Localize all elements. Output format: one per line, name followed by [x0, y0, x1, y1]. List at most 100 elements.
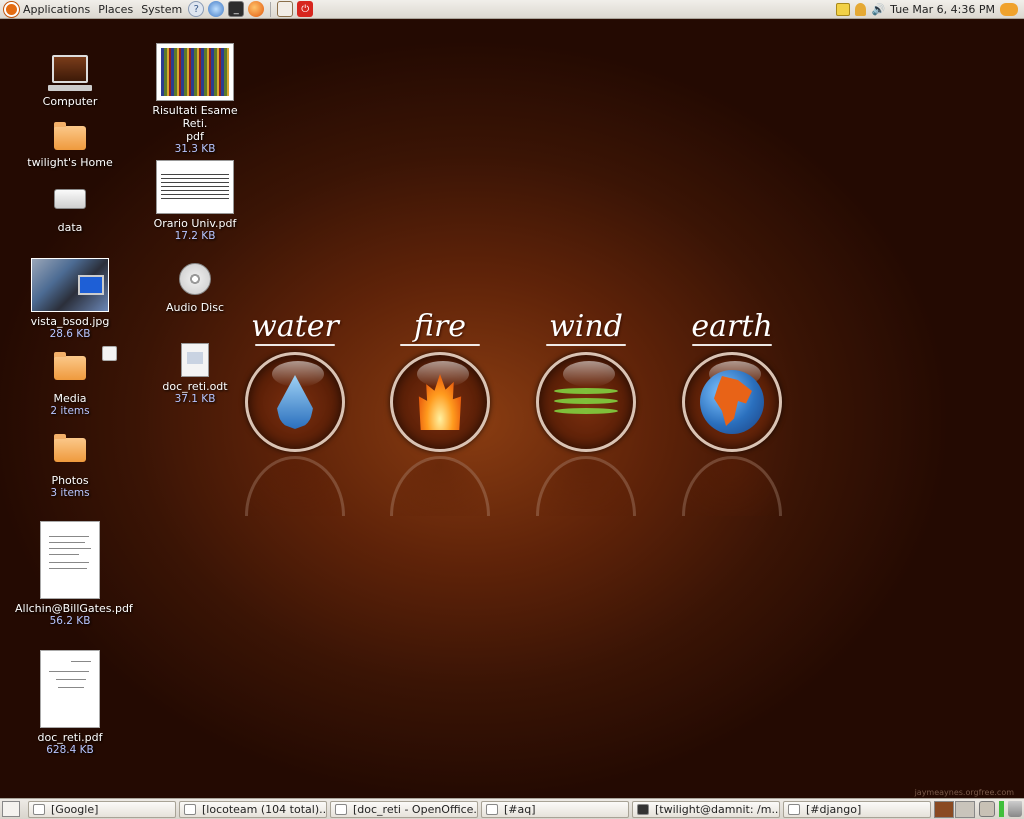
applications-menu[interactable]: Applications — [0, 0, 94, 19]
network-icon[interactable] — [1000, 2, 1018, 16]
computer-icon — [48, 55, 92, 91]
terminal-window-icon — [637, 803, 649, 815]
vista-bsod-file[interactable]: vista_bsod.jpg 28.6 KB — [15, 258, 125, 341]
presentation-icon[interactable] — [277, 1, 294, 17]
places-menu-label: Places — [98, 2, 134, 16]
taskbar-item-django[interactable]: [#django] — [783, 800, 931, 818]
ubuntu-logo-icon — [4, 1, 19, 17]
cd-icon — [179, 263, 211, 295]
earth-word: earth — [691, 309, 773, 344]
allchin-label: Allchin@BillGates.pdf — [15, 602, 133, 615]
firefox-icon[interactable] — [248, 1, 265, 17]
photos-count: 3 items — [50, 487, 90, 499]
media-folder[interactable]: Media 2 items — [15, 346, 125, 418]
taskbar-item-google[interactable]: [Google] — [28, 800, 176, 818]
bottom-panel: [Google] [locoteam (104 total)... [doc_r… — [0, 798, 1024, 819]
flame-icon — [390, 352, 490, 452]
document-window-icon — [335, 803, 347, 815]
doc-reti-pdf-size: 628.4 KB — [46, 744, 94, 756]
cpu-meter-icon — [999, 801, 1004, 817]
symlink-emblem-icon — [102, 346, 117, 361]
risultati-size: 31.3 KB — [174, 143, 216, 155]
water-drop-icon — [245, 352, 345, 452]
places-menu[interactable]: Places — [94, 0, 137, 19]
taskbar-item-aq[interactable]: [#aq] — [481, 800, 629, 818]
doc-reti-odt-size: 37.1 KB — [174, 393, 216, 405]
doc-reti-pdf-label: doc_reti.pdf — [37, 731, 103, 744]
photos-folder-icon — [54, 434, 86, 462]
orario-label: Orario Univ.pdf — [153, 217, 237, 230]
browser-window-icon — [33, 803, 45, 815]
help-icon[interactable]: ? — [188, 1, 205, 17]
pdf-thumbnail-icon — [156, 160, 234, 214]
home-folder-icon — [54, 122, 86, 150]
volume-icon[interactable]: 🔊 — [871, 3, 885, 16]
water-orb: water — [240, 310, 350, 516]
risultati-label: Risultati Esame Reti. pdf — [152, 104, 238, 143]
browser-icon[interactable] — [208, 1, 225, 17]
chat-window-icon — [486, 803, 498, 815]
photos-folder[interactable]: Photos 3 items — [15, 432, 125, 500]
taskbar-item-terminal[interactable]: [twilight@damnit: /m... — [632, 800, 780, 818]
audio-disc-label: Audio Disc — [165, 301, 225, 314]
vista-size: 28.6 KB — [49, 328, 91, 340]
panel-separator — [270, 1, 272, 17]
fire-orb: fire — [385, 310, 495, 516]
doc-reti-odt-file[interactable]: doc_reti.odt 37.1 KB — [140, 343, 250, 406]
panel-clock[interactable]: Tue Mar 6, 4:36 PM — [890, 3, 995, 16]
media-count: 2 items — [50, 405, 90, 417]
fire-word: fire — [413, 309, 467, 344]
pdf-thumbnail-icon — [40, 650, 100, 728]
media-folder-icon — [54, 352, 86, 380]
doc-reti-pdf-file[interactable]: doc_reti.pdf 628.4 KB — [15, 650, 125, 757]
globe-icon — [682, 352, 782, 452]
audio-disc-icon-item[interactable]: Audio Disc — [140, 263, 250, 314]
photos-label: Photos — [51, 474, 89, 487]
power-icon[interactable]: ⏻ — [297, 1, 314, 17]
system-tray: 🔊 Tue Mar 6, 4:36 PM — [836, 2, 1024, 16]
home-desktop-icon[interactable]: twilight's Home — [15, 120, 125, 169]
computer-desktop-icon[interactable]: Computer — [15, 53, 125, 108]
terminal-icon[interactable]: _ — [228, 1, 245, 17]
workspace-switcher[interactable] — [934, 800, 975, 818]
workspace-2[interactable] — [955, 800, 975, 818]
top-panel: Applications Places System ? _ ⏻ 🔊 Tue M… — [0, 0, 1024, 19]
wallpaper-credit: jaymeaynes.orgfree.com — [914, 788, 1014, 797]
user-status-icon[interactable] — [855, 2, 867, 16]
desktop: Computer twilight's Home data vista_bsod… — [0, 20, 1024, 798]
mail-notification-icon[interactable] — [836, 2, 851, 16]
system-menu[interactable]: System — [137, 0, 186, 19]
risultati-pdf-file[interactable]: Risultati Esame Reti. pdf 31.3 KB — [140, 43, 250, 156]
wind-word: wind — [549, 309, 623, 344]
allchin-pdf-file[interactable]: Allchin@BillGates.pdf 56.2 KB — [15, 521, 133, 628]
orario-pdf-file[interactable]: Orario Univ.pdf 17.2 KB — [140, 160, 250, 243]
doc-reti-odt-label: doc_reti.odt — [162, 380, 228, 393]
document-icon — [181, 343, 209, 377]
applications-menu-label: Applications — [23, 2, 91, 16]
workspace-1[interactable] — [934, 800, 954, 818]
vista-label: vista_bsod.jpg — [30, 315, 110, 328]
wind-icon — [536, 352, 636, 452]
drive-icon — [54, 189, 86, 209]
chat-window-icon — [788, 803, 800, 815]
pdf-thumbnail-icon — [156, 43, 234, 101]
orario-size: 17.2 KB — [174, 230, 216, 242]
data-label: data — [57, 221, 83, 234]
media-label: Media — [53, 392, 87, 405]
computer-label: Computer — [42, 95, 98, 108]
water-word: water — [251, 309, 339, 344]
mail-window-icon — [184, 803, 196, 815]
wind-orb: wind — [531, 310, 641, 516]
taskbar-item-mail[interactable]: [locoteam (104 total)... — [179, 800, 327, 818]
pdf-thumbnail-icon — [40, 521, 100, 599]
network-monitor-icon[interactable] — [979, 801, 995, 817]
show-desktop-button[interactable] — [2, 801, 20, 817]
taskbar-item-openoffice[interactable]: [doc_reti - OpenOffice... — [330, 800, 478, 818]
data-drive-desktop-icon[interactable]: data — [15, 183, 125, 234]
system-menu-label: System — [141, 2, 183, 16]
image-thumbnail-icon — [31, 258, 109, 312]
home-label: twilight's Home — [27, 156, 113, 169]
allchin-size: 56.2 KB — [49, 615, 91, 627]
earth-orb: earth — [677, 310, 787, 516]
trash-icon[interactable] — [1008, 801, 1022, 817]
